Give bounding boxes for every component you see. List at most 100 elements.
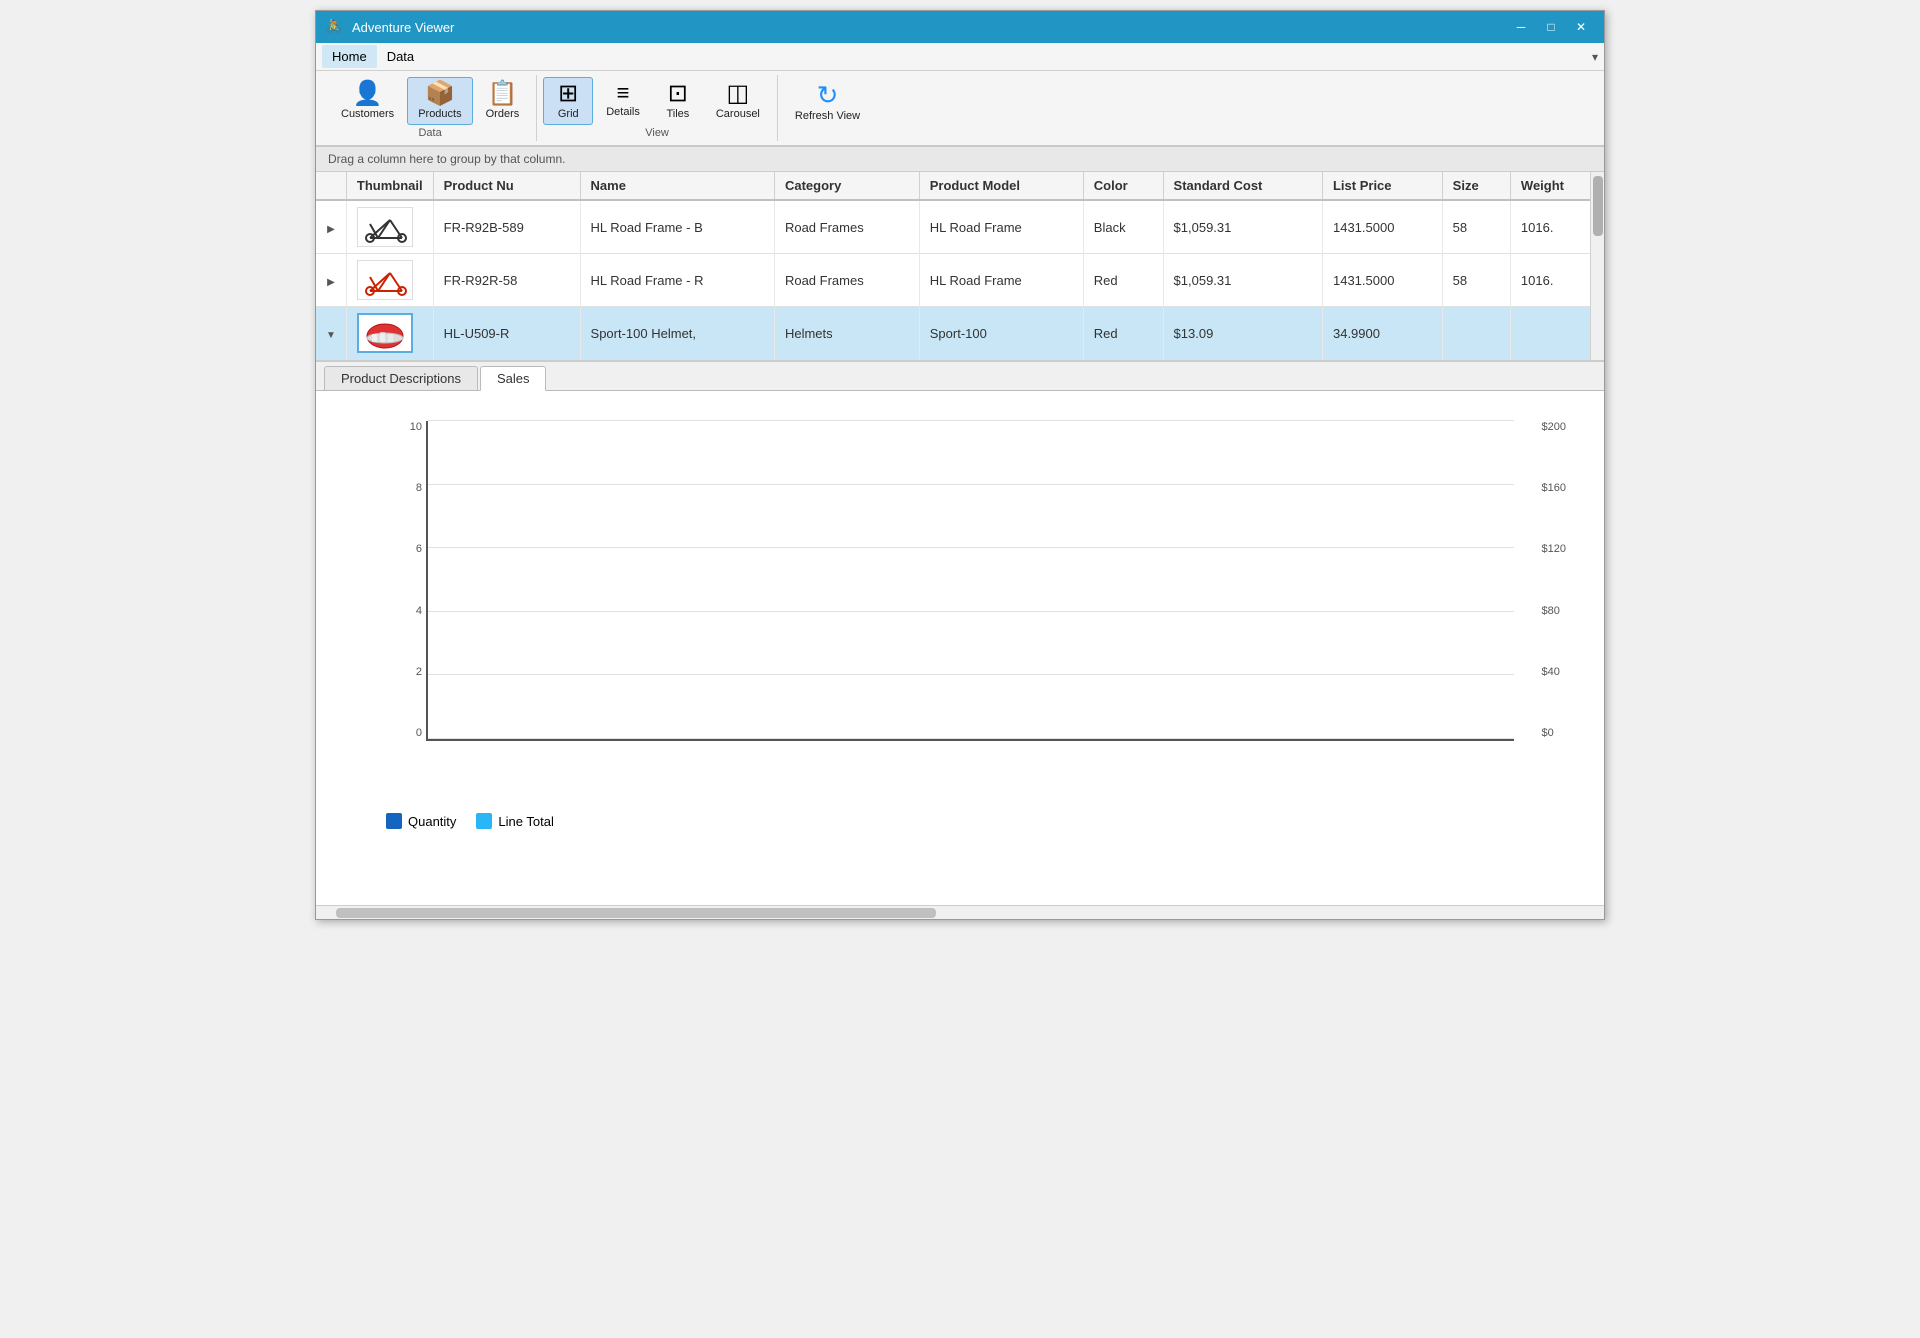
- col-color[interactable]: Color: [1083, 172, 1163, 200]
- carousel-label: Carousel: [716, 108, 760, 120]
- horizontal-scrollbar[interactable]: [316, 905, 1604, 919]
- y-tick: 0: [390, 727, 422, 739]
- expand-icon[interactable]: ▼: [326, 330, 336, 341]
- details-label: Details: [606, 106, 640, 118]
- legend-linetotal-label: Line Total: [498, 814, 553, 829]
- data-grid: Thumbnail Product Nu Name Category Produ…: [316, 172, 1604, 360]
- table-header-row: Thumbnail Product Nu Name Category Produ…: [316, 172, 1604, 200]
- close-button[interactable]: ✕: [1568, 16, 1594, 38]
- bars-area: [428, 421, 1514, 739]
- thumbnail-cell: [346, 254, 433, 307]
- table-row-selected[interactable]: ▼: [316, 307, 1604, 360]
- row-expand[interactable]: ▶: [316, 254, 346, 307]
- product-name: Sport-100 Helmet,: [580, 307, 774, 360]
- menu-expand-icon[interactable]: ▾: [1592, 50, 1598, 64]
- col-list-price[interactable]: List Price: [1322, 172, 1442, 200]
- menu-item-data[interactable]: Data: [377, 45, 424, 68]
- bike-frame-black-svg: [360, 210, 410, 244]
- refresh-icon: ↻: [817, 82, 839, 108]
- window-controls: ─ □ ✕: [1508, 16, 1594, 38]
- y-tick-right: $40: [1542, 666, 1566, 678]
- scrollbar-thumb[interactable]: [1593, 176, 1603, 236]
- maximize-button[interactable]: □: [1538, 16, 1564, 38]
- orders-label: Orders: [486, 108, 520, 120]
- legend-quantity: Quantity: [386, 813, 456, 829]
- app-window: 🚴 Adventure Viewer ─ □ ✕ Home Data ▾ 👤 C…: [315, 10, 1605, 920]
- ribbon-group-view: ⊞ Grid ≡ Details ⊡ Tiles ◫ Carousel View: [537, 75, 778, 141]
- list-price: 34.9900: [1322, 307, 1442, 360]
- ribbon-group-refresh: ↻ Refresh View: [778, 75, 877, 141]
- ribbon-details-button[interactable]: ≡ Details: [595, 77, 651, 123]
- y-ticks-left: 0 2 4 6 8 10: [390, 421, 422, 739]
- chart-container: Units US Dollars 0 2 4 6 8 10: [326, 401, 1594, 801]
- ribbon-group-view-items: ⊞ Grid ≡ Details ⊡ Tiles ◫ Carousel: [543, 77, 771, 125]
- tiles-icon: ⊡: [668, 82, 688, 106]
- product-size: 58: [1442, 254, 1510, 307]
- col-product-number[interactable]: Product Nu: [433, 172, 580, 200]
- product-model: HL Road Frame: [919, 254, 1083, 307]
- row-expand[interactable]: ▶: [316, 200, 346, 254]
- col-expand: [316, 172, 346, 200]
- y-tick-right: $160: [1542, 482, 1566, 494]
- col-thumbnail[interactable]: Thumbnail: [346, 172, 433, 200]
- legend-quantity-color: [386, 813, 402, 829]
- col-standard-cost[interactable]: Standard Cost: [1163, 172, 1322, 200]
- ribbon-carousel-button[interactable]: ◫ Carousel: [705, 77, 771, 125]
- bike-frame-red-svg: [360, 263, 410, 297]
- product-size: [1442, 307, 1510, 360]
- product-category: Road Frames: [774, 200, 919, 254]
- h-scrollbar-thumb[interactable]: [336, 908, 936, 918]
- chart-wrapper: 0 2 4 6 8 10 $0 $40 $80 $120: [426, 421, 1514, 741]
- col-product-model[interactable]: Product Model: [919, 172, 1083, 200]
- product-name: HL Road Frame - R: [580, 254, 774, 307]
- col-category[interactable]: Category: [774, 172, 919, 200]
- ribbon-data-group-label: Data: [330, 127, 530, 139]
- products-icon: 📦: [425, 82, 455, 106]
- y-tick-right: $80: [1542, 605, 1566, 617]
- expand-icon[interactable]: ▶: [327, 277, 335, 288]
- tab-product-descriptions[interactable]: Product Descriptions: [324, 366, 478, 390]
- product-size: 58: [1442, 200, 1510, 254]
- col-name[interactable]: Name: [580, 172, 774, 200]
- app-icon: 🚴: [326, 18, 344, 36]
- ribbon-products-button[interactable]: 📦 Products: [407, 77, 472, 125]
- ribbon-refresh-button[interactable]: ↻ Refresh View: [784, 77, 871, 127]
- ribbon-customers-button[interactable]: 👤 Customers: [330, 77, 405, 125]
- product-number: FR-R92B-589: [433, 200, 580, 254]
- minimize-button[interactable]: ─: [1508, 16, 1534, 38]
- tab-sales[interactable]: Sales: [480, 366, 547, 391]
- products-label: Products: [418, 108, 461, 120]
- y-tick: 6: [390, 543, 422, 555]
- ribbon: 👤 Customers 📦 Products 📋 Orders Data ⊞: [316, 71, 1604, 147]
- table-area[interactable]: Thumbnail Product Nu Name Category Produ…: [316, 172, 1604, 361]
- table-row[interactable]: ▶: [316, 254, 1604, 307]
- ribbon-orders-button[interactable]: 📋 Orders: [475, 77, 531, 125]
- product-category: Road Frames: [774, 254, 919, 307]
- chart-panel: Units US Dollars 0 2 4 6 8 10: [316, 391, 1604, 829]
- vertical-scrollbar[interactable]: [1590, 172, 1604, 360]
- y-tick-right: $200: [1542, 421, 1566, 433]
- tiles-label: Tiles: [666, 108, 689, 120]
- y-ticks-right: $0 $40 $80 $120 $160 $200: [1542, 421, 1566, 739]
- thumbnail-cell: [346, 307, 433, 360]
- carousel-icon: ◫: [727, 82, 750, 106]
- row-expand[interactable]: ▼: [316, 307, 346, 360]
- legend-linetotal: Line Total: [476, 813, 553, 829]
- product-model: Sport-100: [919, 307, 1083, 360]
- menu-bar: Home Data ▾: [316, 43, 1604, 71]
- ribbon-tiles-button[interactable]: ⊡ Tiles: [653, 77, 703, 125]
- ribbon-group-data-items: 👤 Customers 📦 Products 📋 Orders: [330, 77, 530, 125]
- product-category: Helmets: [774, 307, 919, 360]
- col-size[interactable]: Size: [1442, 172, 1510, 200]
- y-tick: 4: [390, 605, 422, 617]
- menu-item-home[interactable]: Home: [322, 45, 377, 68]
- legend-quantity-label: Quantity: [408, 814, 456, 829]
- standard-cost: $1,059.31: [1163, 254, 1322, 307]
- product-model: HL Road Frame: [919, 200, 1083, 254]
- table-row[interactable]: ▶: [316, 200, 1604, 254]
- ribbon-grid-button[interactable]: ⊞ Grid: [543, 77, 593, 125]
- thumbnail-cell: [346, 200, 433, 254]
- legend-linetotal-color: [476, 813, 492, 829]
- expand-icon[interactable]: ▶: [327, 224, 335, 235]
- details-icon: ≡: [617, 82, 630, 104]
